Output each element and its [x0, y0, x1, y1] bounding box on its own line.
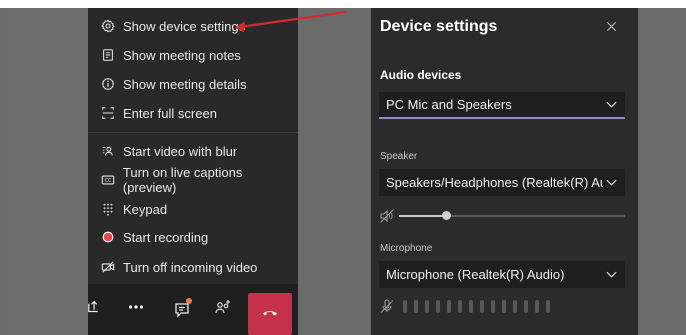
hangup-icon: [261, 303, 279, 326]
notification-dot: [186, 297, 192, 304]
menu-item-show-meeting-details[interactable]: Show meeting details: [88, 70, 298, 98]
share-icon: [87, 299, 103, 320]
slider-fill: [399, 215, 447, 217]
hang-up-button[interactable]: [248, 293, 292, 335]
keypad-icon: [100, 201, 116, 217]
record-icon: [100, 229, 116, 245]
mic-level-bar: [513, 300, 517, 313]
mic-level-bar: [480, 300, 484, 313]
menu-item-enter-full-screen[interactable]: Enter full screen: [88, 99, 298, 127]
speaker-select[interactable]: Speakers/Headphones (Realtek(R) Au...: [379, 169, 625, 196]
mic-level-bar: [502, 300, 506, 313]
info-icon: [100, 76, 116, 92]
audio-device-value: PC Mic and Speakers: [386, 97, 512, 112]
gear-icon: [100, 18, 116, 34]
call-toolbar: [88, 284, 298, 335]
mic-level-bar: [458, 300, 462, 313]
close-icon: [606, 19, 617, 37]
speaker-label: Speaker: [380, 151, 418, 162]
video-background: [8, 8, 88, 335]
mic-level-bar: [436, 300, 440, 313]
microphone-muted-icon: [379, 298, 395, 319]
menu-item-show-meeting-notes[interactable]: Show meeting notes: [88, 41, 298, 69]
microphone-level-meter: [379, 298, 629, 316]
mic-level-bar: [414, 300, 418, 313]
menu-item-keypad[interactable]: Keypad: [88, 195, 298, 223]
menu-item-label: Start video with blur: [123, 143, 238, 159]
chevron-down-icon: [603, 175, 619, 191]
mic-level-bar: [535, 300, 539, 313]
fullscreen-icon: [100, 105, 116, 121]
mic-level-bar: [403, 300, 407, 313]
more-actions-menu: Show device settings Show meeting notes …: [88, 8, 298, 284]
mic-level-bar: [447, 300, 451, 313]
blur-icon: [100, 143, 116, 159]
menu-item-label: Show device settings: [123, 18, 246, 34]
chat-button[interactable]: [168, 284, 196, 335]
panel-title: Device settings: [380, 18, 498, 35]
notes-icon: [100, 47, 116, 63]
microphone-label: Microphone: [380, 243, 433, 254]
menu-item-label: Start recording: [123, 229, 209, 245]
audio-device-select[interactable]: PC Mic and Speakers: [379, 92, 625, 119]
captions-icon: CC: [100, 172, 116, 188]
slider-thumb[interactable]: [442, 211, 452, 220]
participants-button[interactable]: [208, 284, 238, 335]
menu-item-label: Enter full screen: [123, 105, 217, 121]
menu-divider: [88, 132, 298, 133]
menu-item-label: Turn off incoming video: [123, 259, 258, 275]
menu-item-start-recording[interactable]: Start recording: [88, 223, 298, 251]
video-off-icon: [100, 259, 116, 275]
menu-item-label: Show meeting details: [123, 76, 247, 92]
chevron-down-icon: [603, 97, 619, 113]
device-settings-panel: Device settings Audio devices PC Mic and…: [371, 8, 638, 335]
speaker-value: Speakers/Headphones (Realtek(R) Au...: [386, 175, 603, 190]
share-button[interactable]: [88, 284, 102, 335]
chat-icon: [173, 297, 192, 319]
mic-level-bar: [469, 300, 473, 313]
mic-level-bar: [491, 300, 495, 313]
svg-text:CC: CC: [105, 178, 112, 184]
microphone-value: Microphone (Realtek(R) Audio): [386, 267, 565, 282]
more-icon: [127, 298, 145, 321]
close-button[interactable]: [603, 20, 619, 36]
speaker-volume-slider[interactable]: [379, 208, 629, 224]
menu-item-start-video-with-blur[interactable]: Start video with blur: [88, 137, 298, 165]
chevron-down-icon: [603, 267, 619, 283]
more-actions-button[interactable]: [120, 284, 152, 335]
mic-level-bar: [546, 300, 550, 313]
menu-item-turn-on-live-captions[interactable]: CC Turn on live captions (preview): [88, 165, 298, 195]
audio-devices-label: Audio devices: [380, 68, 462, 82]
mic-level-bar: [425, 300, 429, 313]
menu-item-turn-off-incoming-video[interactable]: Turn off incoming video: [88, 253, 298, 281]
menu-item-label: Show meeting notes: [123, 47, 241, 63]
menu-item-show-device-settings[interactable]: Show device settings: [88, 12, 298, 40]
mic-level-bar: [524, 300, 528, 313]
participants-icon: [214, 298, 232, 321]
microphone-select[interactable]: Microphone (Realtek(R) Audio): [379, 261, 625, 288]
menu-item-label: Keypad: [123, 201, 168, 217]
speaker-mute-icon[interactable]: [379, 208, 395, 229]
menu-item-label: Turn on live captions (preview): [122, 165, 243, 195]
